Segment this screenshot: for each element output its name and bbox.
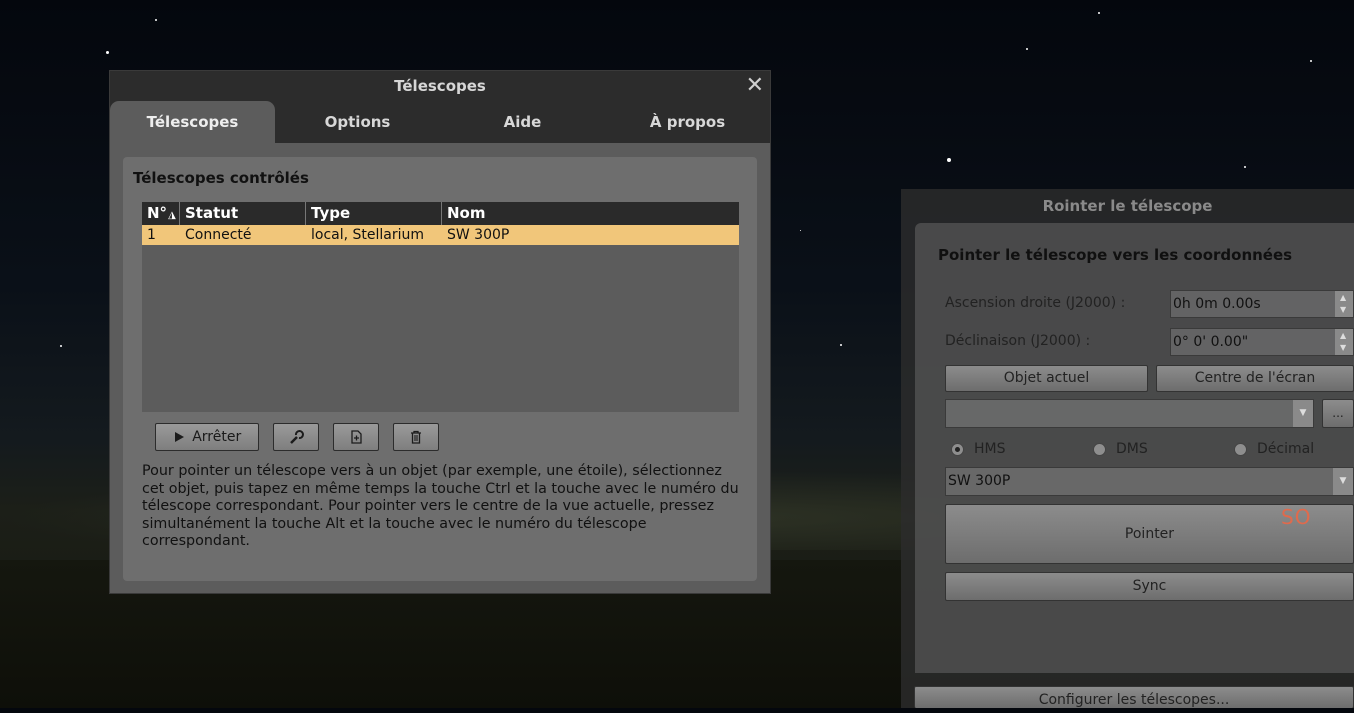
radio-hms-label: HMS — [974, 441, 1006, 457]
configure-telescopes-button[interactable]: Configurer les télescopes... — [914, 686, 1354, 708]
tab-telescopes[interactable]: Télescopes — [110, 101, 275, 143]
dec-label: Déclinaison (J2000) : — [945, 333, 1091, 349]
star — [1026, 48, 1028, 50]
close-icon[interactable]: ✕ — [746, 73, 764, 99]
star — [1244, 166, 1246, 168]
play-icon — [174, 432, 184, 442]
star — [1310, 60, 1312, 62]
ra-value: 0h 0m 0.00s — [1173, 296, 1261, 312]
section-title: Télescopes contrôlés — [133, 169, 309, 187]
radio-dms[interactable]: DMS — [1093, 441, 1148, 457]
trash-icon — [411, 430, 421, 444]
dec-value: 0° 0' 0.00" — [1173, 334, 1249, 350]
slew-window-title: Rointer le télescope — [1042, 197, 1213, 215]
radio-decimal-label: Décimal — [1257, 441, 1315, 457]
stop-button[interactable]: Arrêter — [155, 423, 259, 451]
ra-label: Ascension droite (J2000) : — [945, 295, 1126, 311]
ra-input[interactable]: 0h 0m 0.00s ▲ ▼ — [1170, 290, 1354, 318]
column-header-name[interactable]: Nom — [442, 202, 739, 225]
radio-dms-label: DMS — [1116, 441, 1148, 457]
star — [106, 51, 109, 54]
telescope-select-value: SW 300P — [948, 473, 1011, 489]
cell-status: Connecté — [185, 227, 252, 243]
wrench-icon — [290, 430, 304, 444]
tab-about[interactable]: À propos — [605, 101, 770, 143]
help-text: Pour pointer un télescope vers à un obje… — [142, 463, 739, 549]
ra-spin-arrows[interactable]: ▲ ▼ — [1335, 291, 1353, 317]
radio-indicator — [1093, 442, 1106, 456]
star — [155, 19, 157, 21]
star — [1098, 12, 1100, 14]
ellipsis-button[interactable]: ... — [1322, 399, 1354, 428]
sort-icon: ◮ — [168, 210, 176, 221]
radio-hms[interactable]: HMS — [951, 441, 1006, 457]
column-header-type[interactable]: Type — [306, 202, 442, 225]
chevron-down-icon: ▼ — [1333, 468, 1353, 495]
telescope-select[interactable]: SW 300P ▼ — [945, 467, 1354, 496]
stop-button-label: Arrêter — [192, 429, 242, 445]
radio-decimal[interactable]: Décimal — [1234, 441, 1314, 457]
sync-button[interactable]: Sync — [945, 572, 1354, 601]
screen-center-button[interactable]: Centre de l'écran — [1156, 365, 1354, 392]
telescopes-table: N°◮ Statut Type Nom 1 Connecté local, St… — [142, 202, 739, 412]
cell-name: SW 300P — [447, 227, 510, 243]
remove-telescope-button[interactable] — [393, 423, 439, 451]
window-title: Télescopes — [394, 77, 486, 95]
radio-indicator — [1234, 442, 1247, 456]
table-header: N°◮ Statut Type Nom — [142, 202, 739, 225]
column-header-number[interactable]: N°◮ — [142, 202, 180, 225]
current-object-button[interactable]: Objet actuel — [945, 365, 1148, 392]
add-telescope-button[interactable] — [333, 423, 379, 451]
slew-heading: Pointer le télescope vers les coordonnée… — [938, 246, 1293, 264]
configure-telescope-button[interactable] — [273, 423, 319, 451]
dec-input[interactable]: 0° 0' 0.00" ▲ ▼ — [1170, 328, 1354, 356]
table-row[interactable]: 1 Connecté local, Stellarium SW 300P — [142, 225, 739, 245]
star — [840, 344, 842, 346]
tab-help[interactable]: Aide — [440, 101, 605, 143]
star — [947, 158, 951, 162]
column-header-status[interactable]: Statut — [180, 202, 306, 225]
radio-indicator — [951, 442, 964, 456]
cell-number: 1 — [147, 227, 156, 243]
dec-spin-arrows[interactable]: ▲ ▼ — [1335, 329, 1353, 355]
star — [800, 230, 801, 231]
cell-type: local, Stellarium — [311, 227, 425, 243]
tab-options[interactable]: Options — [275, 101, 440, 143]
chevron-down-icon: ▼ — [1293, 400, 1313, 427]
star — [60, 345, 62, 347]
telescopes-window: Télescopes ✕ Télescopes Options Aide À p… — [109, 70, 771, 594]
tab-bar: Télescopes Options Aide À propos — [110, 101, 770, 143]
compass-label: SO — [1281, 505, 1312, 529]
add-document-icon — [351, 430, 362, 444]
object-select[interactable]: ▼ — [945, 399, 1314, 428]
